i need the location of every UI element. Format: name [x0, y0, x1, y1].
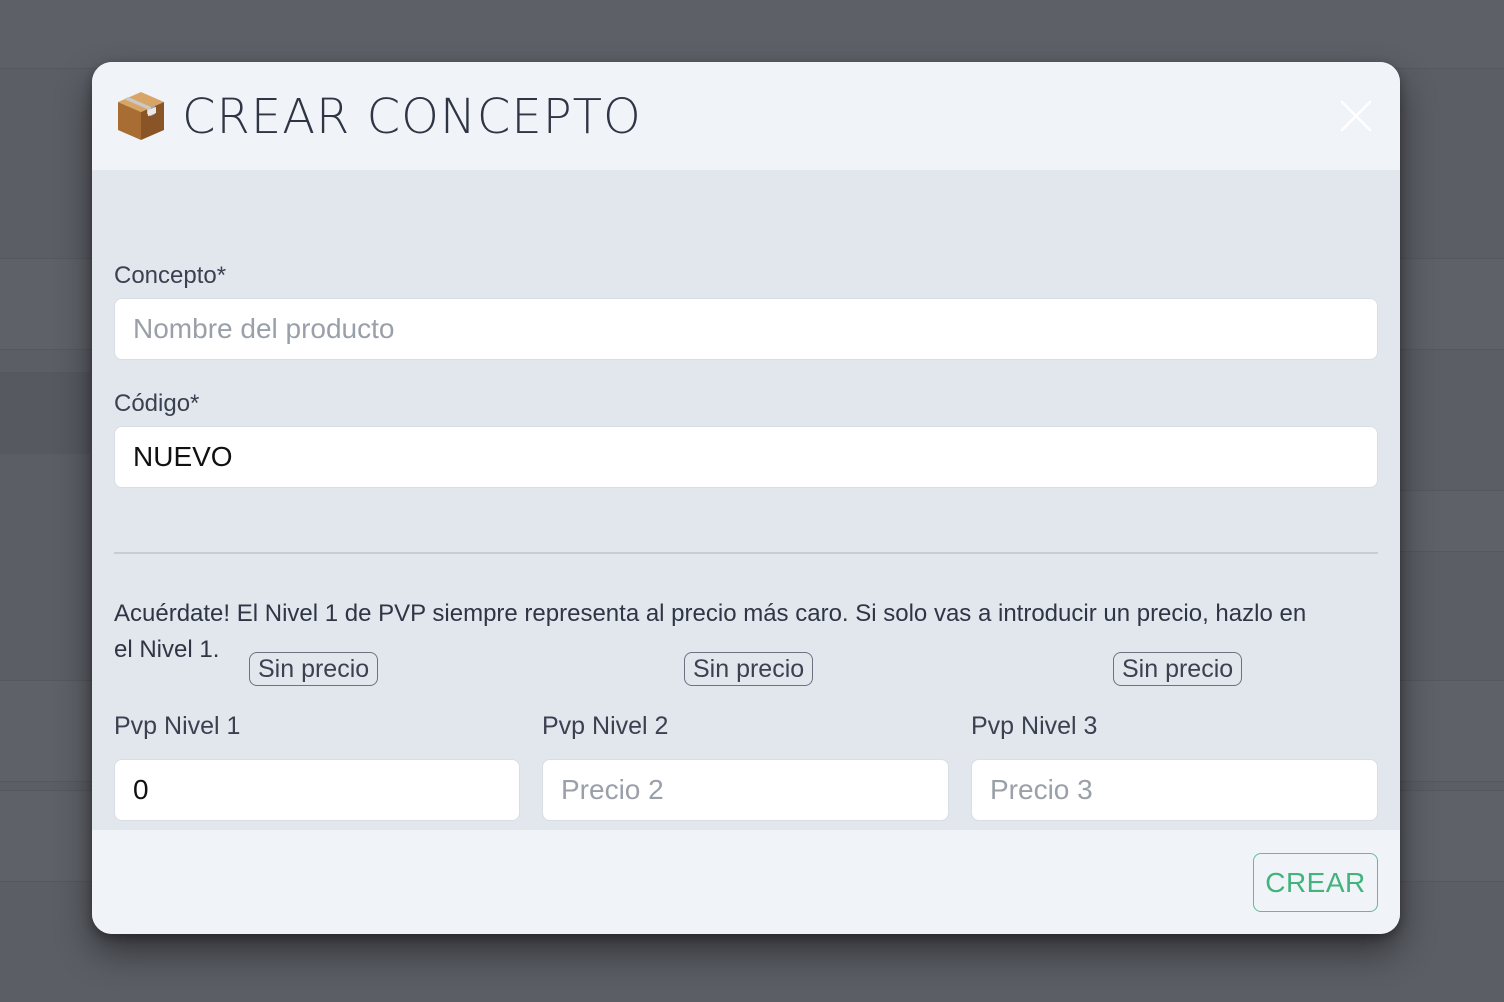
- pvp-level-2-label: Pvp Nivel 2: [542, 712, 669, 740]
- pvp-level-2-input[interactable]: [542, 759, 949, 821]
- pvp-level-3-label: Pvp Nivel 3: [971, 712, 1098, 740]
- pvp-level-1-no-price-button[interactable]: Sin precio: [249, 652, 379, 686]
- background-panel: [1400, 490, 1504, 552]
- background-panel: [0, 372, 90, 454]
- concepto-label: Concepto*: [114, 262, 227, 289]
- modal-footer: CREAR: [92, 830, 1400, 934]
- modal-body: Concepto* Código* Acuérdate! El Nivel 1 …: [92, 170, 1400, 830]
- pvp-level-1-label: Pvp Nivel 1: [114, 712, 241, 740]
- close-icon[interactable]: [1338, 98, 1374, 134]
- pvp-level-1-input[interactable]: [114, 759, 520, 821]
- pvp-level-3-no-price-button[interactable]: Sin precio: [1113, 652, 1243, 686]
- codigo-input[interactable]: [114, 426, 1378, 488]
- create-button[interactable]: CREAR: [1253, 853, 1378, 912]
- divider: [114, 552, 1378, 554]
- background-topbar: [0, 0, 1504, 69]
- codigo-label: Código*: [114, 390, 200, 417]
- pvp-level-2-no-price-button[interactable]: Sin precio: [684, 652, 814, 686]
- modal-header: CREAR CONCEPTO: [92, 62, 1400, 170]
- create-concept-modal: CREAR CONCEPTO Concepto* Código* Acuérda…: [92, 62, 1400, 934]
- package-icon: [118, 92, 164, 140]
- pvp-level-3-input[interactable]: [971, 759, 1378, 821]
- concepto-input[interactable]: [114, 298, 1378, 360]
- modal-title: CREAR CONCEPTO: [182, 89, 642, 145]
